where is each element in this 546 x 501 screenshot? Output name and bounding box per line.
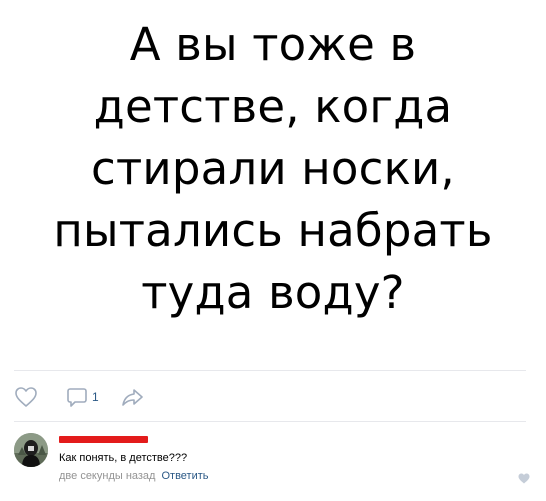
heart-outline-icon	[15, 387, 37, 407]
post-text-line: А вы тоже в	[129, 18, 417, 71]
post-text-line: туда воду?	[141, 266, 405, 319]
avatar-image	[14, 433, 48, 467]
avatar[interactable]	[14, 433, 48, 467]
author-name-redacted[interactable]	[59, 436, 148, 443]
post-text-line: стирали носки,	[91, 142, 455, 195]
comment-count: 1	[92, 390, 99, 404]
post-actions-bar: 1	[14, 384, 145, 410]
comment-time[interactable]: две секунды назад	[59, 470, 155, 482]
comment-like-button[interactable]	[518, 469, 530, 488]
share-button[interactable]	[121, 386, 145, 408]
post-text-line: пытались набрать	[53, 204, 493, 257]
comment-item: Как понять, в детстве??? две секунды наз…	[14, 431, 532, 487]
heart-small-icon	[518, 473, 530, 484]
post-image-text: А вы тоже в детстве, когда стирали носки…	[0, 14, 546, 324]
post-card: А вы тоже в детстве, когда стирали носки…	[0, 0, 546, 501]
like-button[interactable]	[14, 386, 38, 408]
comment-button[interactable]: 1	[66, 386, 99, 408]
actions-divider-top	[14, 370, 526, 371]
comment-bubble-icon	[67, 388, 87, 407]
comment-meta: две секунды назад Ответить	[59, 469, 209, 483]
share-arrow-icon	[121, 389, 143, 406]
post-text-line: детстве, когда	[93, 80, 453, 133]
reply-link[interactable]: Ответить	[161, 470, 208, 482]
comment-text: Как понять, в детстве???	[59, 452, 188, 464]
actions-divider-bottom	[14, 421, 526, 422]
